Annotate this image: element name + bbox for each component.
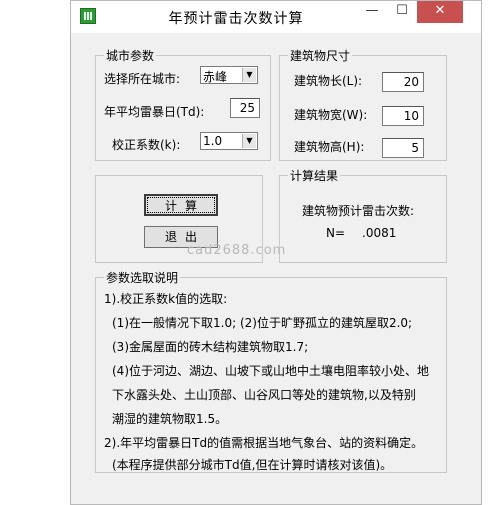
city-select[interactable]: 赤峰 ▼ <box>200 66 258 84</box>
note-line: (4)位于河边、湖边、山坡下或山地中土壤电阻率较小处、地 <box>112 364 430 378</box>
k-label: 校正系数(k): <box>112 138 181 152</box>
building-group: 建筑物尺寸 建筑物长(L): 20 建筑物宽(W): 10 建筑物高(H): 5 <box>279 47 447 161</box>
height-label: 建筑物高(H): <box>294 140 365 154</box>
title-bar[interactable]: 年预计雷击次数计算 — ☐ ✕ <box>71 1 481 33</box>
length-label: 建筑物长(L): <box>294 74 363 88</box>
n-value: .0081 <box>362 226 397 240</box>
building-legend: 建筑物尺寸 <box>288 47 353 64</box>
maximize-button[interactable]: ☐ <box>387 1 417 23</box>
n-label: N= <box>326 226 346 240</box>
note-line: 潮湿的建筑物取1.5。 <box>112 412 228 426</box>
k-select-value: 1.0 <box>203 134 223 148</box>
result-legend: 计算结果 <box>288 167 341 184</box>
calculate-button[interactable]: 计算 <box>144 194 218 216</box>
note-line: (本程序提供部分城市Td值,但在计算时请核对该值)。 <box>112 458 393 472</box>
notes-legend: 参数选取说明 <box>104 269 181 286</box>
td-label: 年平均雷暴日(Td): <box>104 105 205 119</box>
chevron-down-icon[interactable]: ▼ <box>242 134 256 148</box>
city-label: 选择所在城市: <box>104 72 181 86</box>
city-params-legend: 城市参数 <box>104 47 157 64</box>
watermark: cad2688.com <box>187 243 287 258</box>
result-group: 计算结果 建筑物预计雷击次数: N= .0081 <box>279 167 447 263</box>
width-input[interactable]: 10 <box>382 106 424 126</box>
chevron-down-icon[interactable]: ▼ <box>242 68 256 82</box>
window-title: 年预计雷击次数计算 <box>168 11 304 27</box>
main-window: 年预计雷击次数计算 — ☐ ✕ 城市参数 选择所在城市: 赤峰 ▼ 年平均雷暴日… <box>70 0 482 505</box>
length-input[interactable]: 20 <box>382 72 424 92</box>
note-line: 下水露头处、土山顶部、山谷风口等处的建筑物,以及特别 <box>112 388 416 402</box>
city-select-value: 赤峰 <box>203 70 228 84</box>
height-input[interactable]: 5 <box>382 138 424 158</box>
width-label: 建筑物宽(W): <box>294 108 368 122</box>
note-line: (3)金属屋面的砖木结构建筑物取1.7; <box>112 340 309 354</box>
note-line: 2).年平均雷暴日Td的值需根据当地气象台、站的资料确定。 <box>104 436 424 450</box>
note-line: 1).校正系数k值的选取: <box>104 292 228 306</box>
k-select[interactable]: 1.0 ▼ <box>200 132 258 150</box>
note-line: (1)在一般情况下取1.0; (2)位于旷野孤立的建筑屋取2.0; <box>112 316 413 330</box>
minimize-button[interactable]: — <box>357 1 387 23</box>
notes-group: 参数选取说明 1).校正系数k值的选取: (1)在一般情况下取1.0; (2)位… <box>95 269 447 473</box>
city-params-group: 城市参数 选择所在城市: 赤峰 ▼ 年平均雷暴日(Td): 25 校正系数(k)… <box>95 47 271 161</box>
close-button[interactable]: ✕ <box>417 1 463 23</box>
td-input[interactable]: 25 <box>230 98 260 118</box>
result-heading: 建筑物预计雷击次数: <box>302 204 415 218</box>
